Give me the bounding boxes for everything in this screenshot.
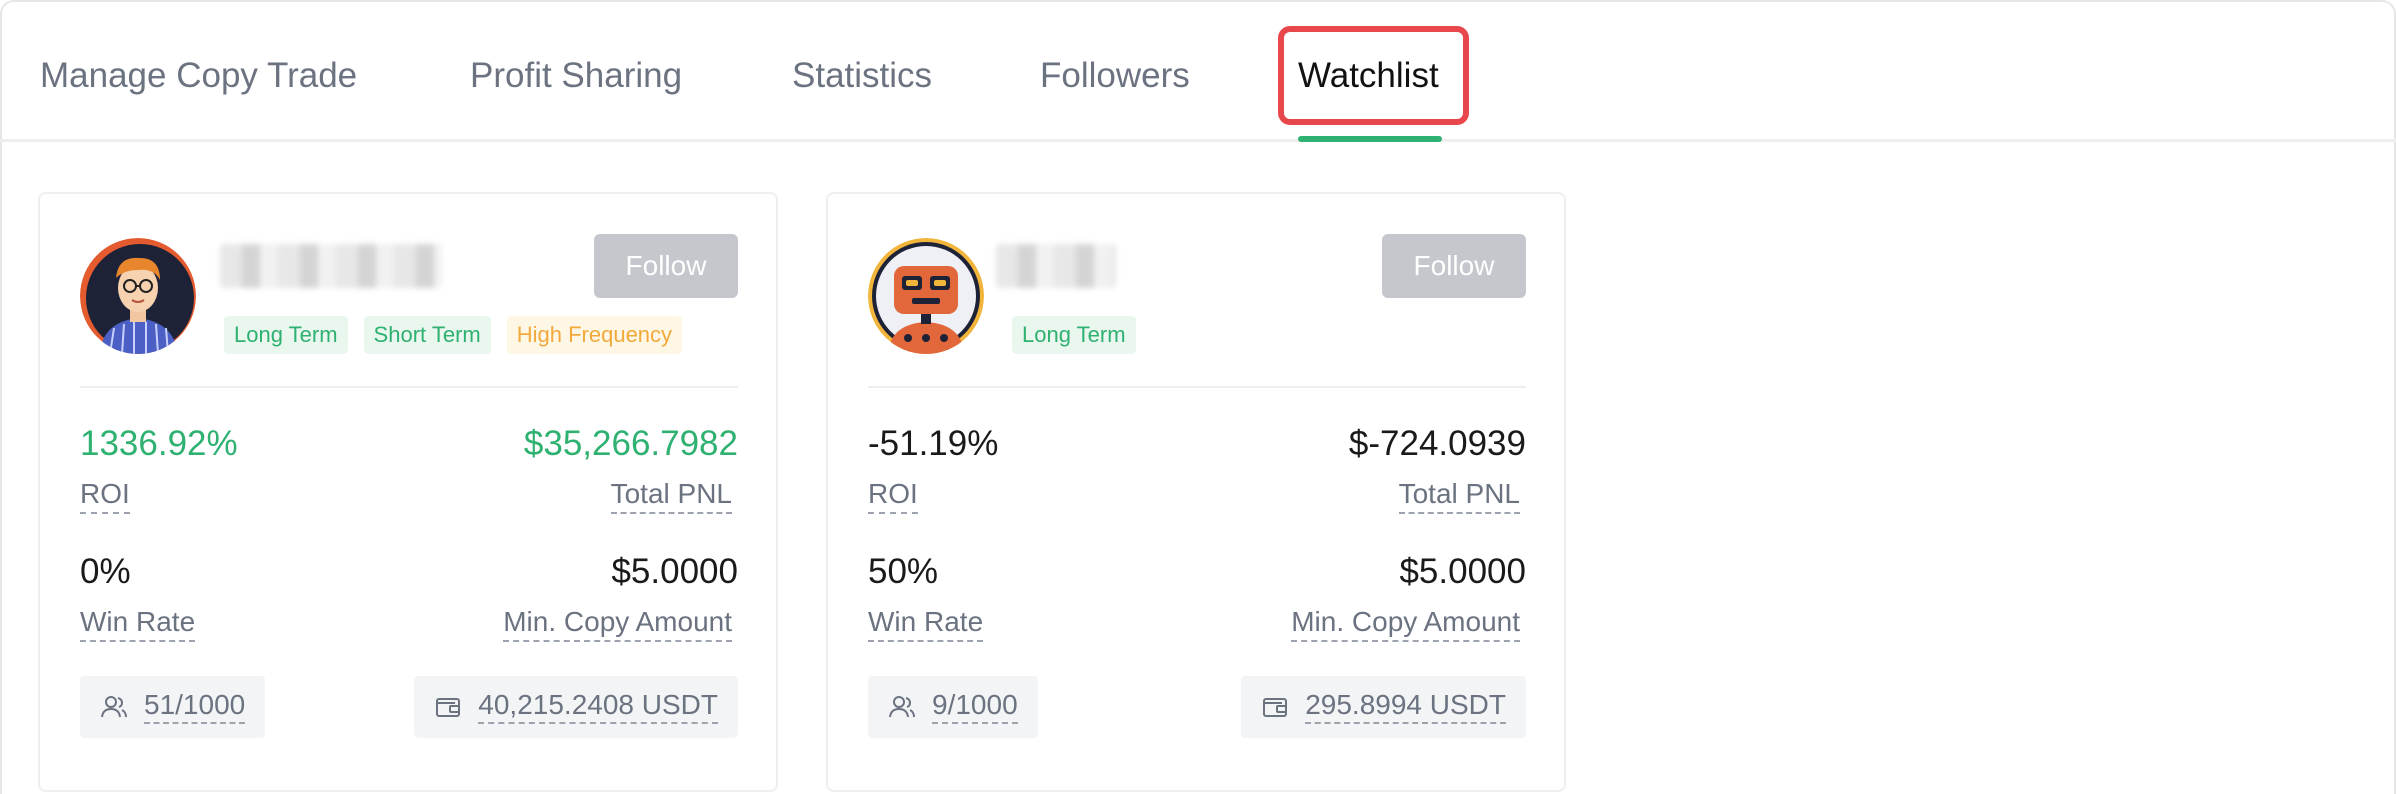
total-pnl-value: $-724.0939: [1348, 424, 1526, 463]
roi-value: 1336.92%: [80, 424, 238, 463]
tab-statistics[interactable]: Statistics: [792, 56, 932, 96]
follow-button[interactable]: Follow: [594, 234, 738, 298]
win-rate-label[interactable]: Win Rate: [80, 608, 196, 642]
tag-long-term: Long Term: [224, 316, 348, 354]
trader-card: Long Term Follow -51.19% $-724.0939 ROI …: [826, 192, 1566, 792]
tab-profit-sharing[interactable]: Profit Sharing: [470, 56, 682, 96]
aum-pill[interactable]: 295.8994 USDT: [1241, 676, 1526, 738]
roi-label[interactable]: ROI: [868, 480, 918, 514]
followers-count-pill[interactable]: 9/1000: [868, 676, 1038, 738]
followers-count-pill[interactable]: 51/1000: [80, 676, 266, 738]
aum-pill[interactable]: 40,215.2408 USDT: [414, 676, 738, 738]
total-pnl-label[interactable]: Total PNL: [610, 480, 732, 514]
win-rate-label[interactable]: Win Rate: [868, 608, 984, 642]
min-copy-amount-value: $5.0000: [1399, 552, 1526, 591]
aum-value: 295.8994 USDT: [1305, 690, 1506, 724]
card-divider: [868, 386, 1526, 388]
tab-bar: Manage Copy Trade Profit Sharing Statist…: [0, 0, 2396, 142]
trader-tags: Long Term Short Term High Frequency: [224, 316, 683, 354]
tab-manage-copy-trade[interactable]: Manage Copy Trade: [40, 56, 357, 96]
card-divider: [80, 386, 738, 388]
min-copy-amount-label[interactable]: Min. Copy Amount: [1291, 608, 1520, 642]
wallet-icon: [1261, 693, 1289, 721]
man-with-glasses-avatar-icon[interactable]: [80, 238, 196, 354]
wallet-icon: [434, 693, 462, 721]
robot-avatar-icon[interactable]: [868, 238, 984, 354]
win-rate-value: 50%: [868, 552, 939, 591]
trader-tags: Long Term: [1012, 316, 1136, 354]
trader-card: Long Term Short Term High Frequency Foll…: [38, 192, 778, 792]
tag-long-term: Long Term: [1012, 316, 1136, 354]
min-copy-amount-value: $5.0000: [611, 552, 738, 591]
trader-name-redacted: [220, 244, 442, 288]
users-icon: [888, 693, 916, 721]
followers-count: 51/1000: [144, 690, 246, 724]
aum-value: 40,215.2408 USDT: [478, 690, 718, 724]
win-rate-value: 0%: [80, 552, 131, 591]
active-tab-indicator: [1298, 136, 1442, 142]
total-pnl-label[interactable]: Total PNL: [1398, 480, 1520, 514]
min-copy-amount-label[interactable]: Min. Copy Amount: [503, 608, 732, 642]
tab-watchlist-highlight-box: [1278, 26, 1469, 125]
followers-count: 9/1000: [932, 690, 1018, 724]
trader-name-redacted: [996, 244, 1116, 288]
roi-label[interactable]: ROI: [80, 480, 130, 514]
roi-value: -51.19%: [868, 424, 999, 463]
follow-button[interactable]: Follow: [1382, 234, 1526, 298]
users-icon: [100, 693, 128, 721]
tab-followers[interactable]: Followers: [1040, 56, 1190, 96]
tag-high-frequency: High Frequency: [506, 316, 683, 354]
total-pnl-value: $35,266.7982: [523, 424, 738, 463]
tag-short-term: Short Term: [363, 316, 491, 354]
